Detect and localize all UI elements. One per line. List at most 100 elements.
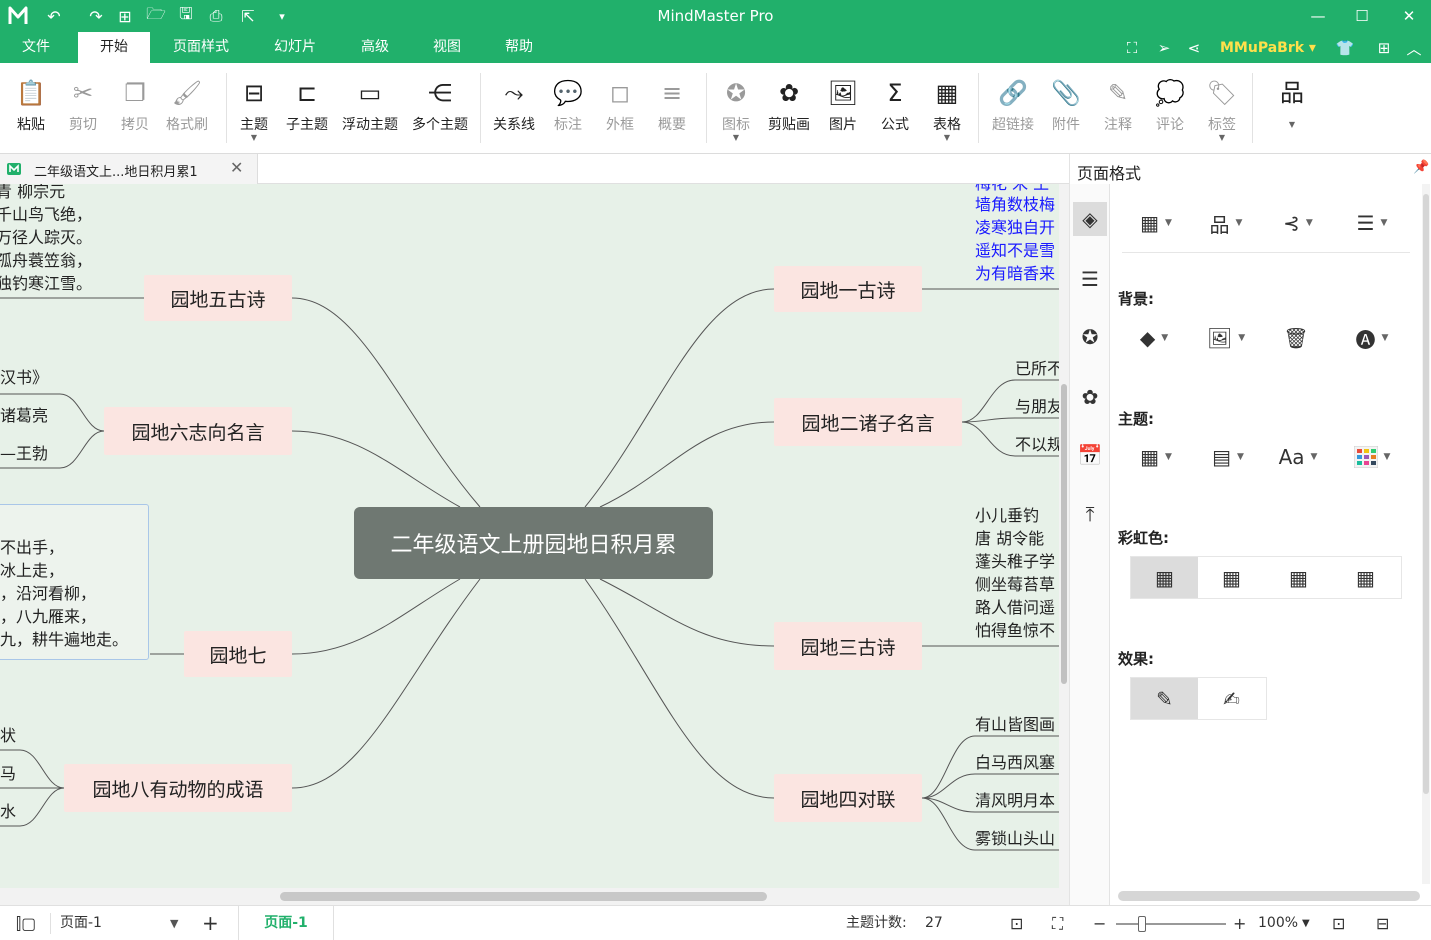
subtopic-text[interactable]: 凌寒独自开	[975, 216, 1055, 239]
subtopic-text[interactable]: 与朋友	[1015, 395, 1059, 418]
summary-button[interactable]: ≡ 概要	[650, 71, 694, 147]
collapse-ribbon-icon[interactable]: ︿	[1402, 37, 1426, 59]
structure-button[interactable]: 品 ▼	[1200, 208, 1252, 238]
close-icon[interactable]: ✕	[1393, 4, 1425, 28]
close-tab-icon[interactable]: ✕	[230, 158, 243, 177]
fullscreen-icon[interactable]: ⛶	[1120, 37, 1144, 59]
rainbow-option-2[interactable]: ▦	[1198, 557, 1265, 598]
effect-normal-option[interactable]: ✎	[1131, 678, 1198, 719]
save-icon[interactable]: 🖫	[174, 4, 198, 27]
zoom-out-icon[interactable]: −	[1093, 906, 1106, 940]
subtopic-text[interactable]: 独钓寒江雪。	[0, 272, 92, 295]
subtopic-text[interactable]: 九，耕牛遍地走。	[0, 628, 128, 651]
subtopic-text[interactable]: 路人借问遥	[975, 596, 1055, 619]
maximize-icon[interactable]: ☐	[1346, 4, 1378, 28]
page-select[interactable]: 页面-1 ▼	[56, 911, 186, 936]
subtopic-text[interactable]: 汉书》	[0, 366, 48, 389]
share-icon[interactable]: ⋖	[1182, 37, 1206, 59]
picture-button[interactable]: 🖼 图片	[822, 71, 864, 147]
connector-style-button[interactable]: ⊰ ▼	[1272, 208, 1324, 238]
menu-view[interactable]: 视图	[422, 32, 472, 63]
subtopic-text[interactable]: —王勃	[0, 442, 48, 465]
scrollbar-thumb[interactable]	[1061, 384, 1067, 684]
theme-font-button[interactable]: Aa ▼	[1272, 442, 1324, 472]
subtopic-text[interactable]: 小儿垂钓	[975, 504, 1039, 527]
subtopic-text[interactable]: 水	[0, 800, 16, 823]
rainbow-option-3[interactable]: ▦	[1265, 557, 1332, 598]
cut-button[interactable]: ✂ 剪切	[62, 71, 104, 147]
customize-icon[interactable]: ▾	[270, 5, 294, 27]
scrollbar-thumb[interactable]	[280, 892, 767, 901]
effect-handdrawn-option[interactable]: ✍	[1198, 678, 1265, 719]
subtopic-text[interactable]: 唐 胡令能	[975, 527, 1044, 550]
undo-icon[interactable]: ↶	[42, 5, 66, 27]
subtopic-text[interactable]: 已所不	[1015, 357, 1059, 380]
canvas-vertical-scrollbar[interactable]	[1059, 184, 1069, 888]
subtopic-text[interactable]: 诸葛亮	[0, 404, 48, 427]
multiple-topics-button[interactable]: ⋲ 多个主题	[408, 71, 472, 147]
topic-garden-6[interactable]: 园地六志向名言	[104, 407, 292, 455]
pin-icon[interactable]: 📌	[1413, 160, 1429, 175]
hyperlink-button[interactable]: 🔗 超链接	[986, 71, 1040, 147]
topic-garden-3[interactable]: 园地三古诗	[774, 622, 922, 670]
subtopic-text[interactable]: 孤舟蓑笠翁，	[0, 249, 92, 272]
mark-button[interactable]: ✪ 图标 ▼	[716, 71, 756, 147]
subtopic-text[interactable]: 冰上走，	[0, 559, 64, 582]
page-tab[interactable]: 页面-1	[238, 906, 334, 940]
menu-advanced[interactable]: 高级	[350, 32, 400, 63]
paste-button[interactable]: 📋 粘贴	[10, 71, 52, 147]
watermark-button[interactable]: 🅐 ▼	[1346, 323, 1398, 353]
menu-page-style[interactable]: 页面样式	[160, 32, 242, 63]
relationship-button[interactable]: ⤳ 关系线	[488, 71, 540, 147]
numbering-button[interactable]: ☰ ▼	[1346, 208, 1398, 238]
topic-garden-2[interactable]: 园地二诸子名言	[774, 398, 962, 446]
topic-garden-5[interactable]: 园地五古诗	[144, 275, 292, 321]
remove-background-button[interactable]: 🗑	[1270, 323, 1322, 353]
subtopic-text[interactable]: ，沿河看柳，	[0, 582, 96, 605]
subtopic-text[interactable]: 有山皆图画	[975, 713, 1055, 736]
theme-color-button[interactable]: ▤ ▼	[1202, 442, 1254, 472]
subtopic-button[interactable]: ⊏ 子主题	[282, 71, 332, 147]
fit-width-icon[interactable]: ⊡	[1332, 906, 1345, 940]
outline-icon[interactable]: ☰	[1073, 262, 1107, 296]
print-icon[interactable]: ⎙	[204, 5, 228, 27]
subtopic-text[interactable]: 千山鸟飞绝，	[0, 203, 92, 226]
panel-horizontal-scrollbar[interactable]	[1118, 891, 1420, 901]
topic-garden-1[interactable]: 园地一古诗	[774, 266, 922, 312]
subtopic-text[interactable]: 侧坐莓苔草	[975, 573, 1055, 596]
canvas-horizontal-scrollbar[interactable]	[0, 888, 1069, 905]
redo-icon[interactable]: ↷	[84, 5, 108, 27]
boundary-button[interactable]: ◻ 外框	[598, 71, 642, 147]
export-panel-icon[interactable]: ⤒	[1073, 497, 1107, 531]
document-tab[interactable]: 二年级语文上...地日积月累1 ✕	[0, 154, 258, 184]
subtopic-text[interactable]: 墙角数枝梅	[975, 193, 1055, 216]
mark-panel-icon[interactable]: ✪	[1073, 320, 1107, 354]
add-page-icon[interactable]: +	[202, 906, 219, 940]
format-brush-button[interactable]: 🖌 格式刷	[162, 71, 212, 147]
zoom-level[interactable]: 100%	[1258, 906, 1298, 940]
open-icon[interactable]: 🗁	[144, 4, 168, 27]
rainbow-option-1[interactable]: ▦	[1131, 557, 1198, 598]
subtopic-text[interactable]: 不以规	[1015, 433, 1059, 456]
menu-slides[interactable]: 幻灯片	[262, 32, 328, 63]
send-icon[interactable]: ➢	[1152, 37, 1176, 59]
theme-button[interactable]: ▦ ▼	[1130, 442, 1182, 472]
layout-button[interactable]: 品 ▼	[1272, 71, 1312, 147]
export-icon[interactable]: ⇱	[236, 5, 260, 27]
clipart-panel-icon[interactable]: ✿	[1073, 380, 1107, 414]
skin-icon[interactable]: 👕	[1330, 37, 1360, 59]
subtopic-text[interactable]: 清风明月本	[975, 789, 1055, 812]
mindmap-canvas[interactable]: 二年级语文上册园地日积月累 园地一古诗 园地二诸子名言 园地三古诗 园地四对联 …	[0, 184, 1059, 888]
background-color-button[interactable]: ◆ ▼	[1128, 323, 1180, 353]
rainbow-option-4[interactable]: ▦	[1332, 557, 1399, 598]
callout-button[interactable]: 💬 标注	[546, 71, 590, 147]
logo-icon[interactable]	[6, 4, 30, 28]
menu-help[interactable]: 帮助	[494, 32, 544, 63]
formula-button[interactable]: Σ 公式	[874, 71, 916, 147]
apps-icon[interactable]: ⊞	[1372, 37, 1396, 59]
menu-file[interactable]: 文件	[0, 32, 72, 63]
user-account[interactable]: MMuPaBrk ▾	[1220, 37, 1316, 59]
comment-button[interactable]: 💭 评论	[1148, 71, 1192, 147]
menu-home[interactable]: 开始	[78, 32, 150, 63]
panel-toggle-icon[interactable]: ⊟	[1376, 906, 1389, 940]
